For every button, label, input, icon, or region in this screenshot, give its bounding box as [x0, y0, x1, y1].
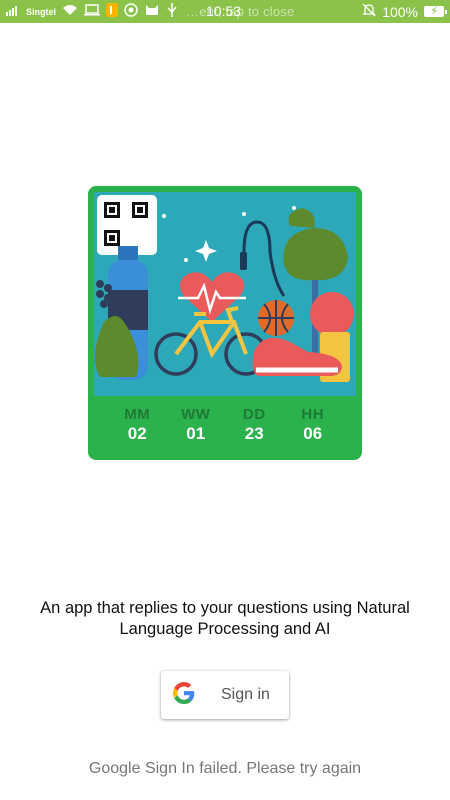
timer-label: MM — [124, 406, 151, 423]
timer-value: 01 — [186, 424, 206, 443]
timer-weeks: WW 01 — [171, 398, 221, 458]
cat-icon — [144, 3, 160, 20]
sign-in-label: Sign in — [221, 686, 270, 703]
battery-percent: 100% — [382, 3, 418, 20]
carrier-label: Singtel — [26, 6, 57, 17]
app-description: An app that replies to your questions us… — [40, 599, 410, 638]
signal-icon — [6, 4, 20, 19]
usb-icon — [166, 3, 178, 20]
google-sign-in-button[interactable]: Sign in — [161, 671, 289, 719]
timer-value: 23 — [244, 424, 264, 443]
battery-icon: ⚡ — [424, 4, 447, 18]
fitness-illustration — [94, 192, 356, 396]
timer-label: HH — [301, 406, 325, 423]
timer-days: DD 23 — [229, 398, 279, 458]
status-right: 100% ⚡ — [362, 3, 447, 20]
notification-icon — [106, 3, 119, 20]
laptop-icon — [84, 4, 101, 19]
app-logo-card: MM 02 WW 01 DD 23 HH 06 — [88, 186, 362, 460]
timer-hours: HH 06 — [288, 398, 338, 458]
timer-months: MM 02 — [112, 398, 162, 458]
whatsapp-icon — [124, 3, 138, 20]
wifi-icon — [62, 4, 78, 19]
timer-value: 06 — [303, 424, 323, 443]
status-center: 10:53 — [180, 3, 241, 19]
timer-label: WW — [181, 406, 211, 423]
timer-label: DD — [242, 406, 266, 423]
status-left: Singtel — [6, 3, 178, 20]
google-g-icon — [173, 681, 195, 709]
status-bar: Singtel …ent, tap to close 10:53 100% ⚡ — [0, 0, 450, 23]
mute-icon — [362, 3, 376, 20]
timer-value: 02 — [127, 424, 147, 443]
countdown-timer: MM 02 WW 01 DD 23 HH 06 — [88, 398, 362, 458]
status-time: 10:53 — [206, 3, 242, 19]
sign-in-error-message: Google Sign In failed. Please try again — [88, 760, 362, 777]
